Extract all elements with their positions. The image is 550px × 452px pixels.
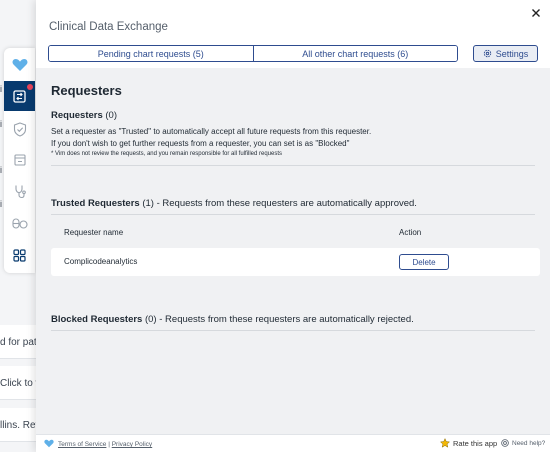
request-tabs: Pending chart requests (5) All other cha… <box>48 45 458 62</box>
rail-item-apps[interactable] <box>4 240 35 270</box>
pills-icon <box>11 217 28 229</box>
vim-side-rail <box>4 48 35 273</box>
rail-item-pills[interactable] <box>4 208 35 238</box>
requesters-section-label: Requesters <box>51 110 103 121</box>
need-help-button[interactable]: Need help? <box>501 439 545 447</box>
footer-links: Terms of Service | Privacy Policy <box>58 441 152 448</box>
stethoscope-icon <box>14 185 26 198</box>
rail-item-stethoscope[interactable] <box>4 176 35 206</box>
star-icon <box>440 438 450 448</box>
close-button[interactable] <box>529 6 543 20</box>
background-text: i <box>0 84 2 94</box>
shield-check-icon <box>13 121 26 137</box>
vim-heart-icon <box>44 439 54 448</box>
delete-button[interactable]: Delete <box>399 254 449 270</box>
panel-footer: Terms of Service | Privacy Policy Rate t… <box>36 434 550 452</box>
trusted-description: - Requests from these requesters are aut… <box>153 198 417 209</box>
panel-title: Clinical Data Exchange <box>49 21 168 33</box>
blocked-count: (0) <box>144 314 157 325</box>
archive-box-icon <box>13 154 26 166</box>
divider <box>51 330 535 331</box>
trusted-section-label: Trusted Requesters <box>51 198 140 209</box>
requester-name: Complicodeanalytics <box>64 257 138 266</box>
requesters-count: (0) <box>105 110 118 121</box>
divider <box>51 165 535 166</box>
background-text: i <box>0 165 2 175</box>
rail-item-shield[interactable] <box>4 114 35 144</box>
gear-icon <box>483 49 491 58</box>
trusted-section-title: Trusted Requesters (1) - Requests from t… <box>51 198 417 209</box>
need-help-label: Need help? <box>512 439 546 447</box>
trusted-count: (1) <box>142 198 154 209</box>
notification-dot <box>27 84 33 90</box>
table-row: Complicodeanalytics Delete <box>51 248 540 276</box>
close-icon <box>532 9 540 17</box>
tab-all-other-chart-requests[interactable]: All other chart requests (6) <box>252 46 457 61</box>
blocked-section-label: Blocked Requesters <box>51 314 143 325</box>
requesters-disclaimer: * Vim does not review the requests, and … <box>51 151 283 157</box>
terms-of-service-link[interactable]: Terms of Service <box>58 441 106 448</box>
panel-header: Clinical Data Exchange Pending chart req… <box>36 0 550 68</box>
blocked-section-title: Blocked Requesters (0) - Requests from t… <box>51 314 414 325</box>
vim-logo-icon[interactable] <box>4 50 35 80</box>
settings-label: Settings <box>495 48 529 59</box>
apps-grid-icon <box>13 248 26 262</box>
rate-app-label: Rate this app <box>453 438 498 448</box>
column-header-action: Action <box>399 228 422 237</box>
blocked-description: - Requests from these requesters are aut… <box>156 314 414 325</box>
clinical-data-exchange-panel: Clinical Data Exchange Pending chart req… <box>36 0 550 452</box>
requesters-description-line: If you don't wish to get further request… <box>51 139 350 148</box>
help-icon <box>501 439 509 447</box>
background-text: i <box>0 199 2 209</box>
data-exchange-icon <box>13 89 26 103</box>
rail-item-data-exchange[interactable] <box>4 81 35 111</box>
rate-app-button[interactable]: Rate this app <box>440 438 497 448</box>
rail-item-archive[interactable] <box>4 145 35 175</box>
trusted-table-header: Requester name Action <box>51 222 540 246</box>
settings-button[interactable]: Settings <box>473 45 538 62</box>
page-title: Requesters <box>51 83 122 98</box>
requesters-description-line: Set a requester as "Trusted" to automati… <box>51 127 372 136</box>
privacy-policy-link[interactable]: Privacy Policy <box>112 441 152 448</box>
tab-pending-chart-requests[interactable]: Pending chart requests (5) <box>49 46 253 61</box>
column-header-requester-name: Requester name <box>64 228 124 237</box>
requesters-section-title: Requesters (0) <box>51 110 117 121</box>
divider <box>51 214 535 215</box>
background-text: i <box>0 119 2 129</box>
